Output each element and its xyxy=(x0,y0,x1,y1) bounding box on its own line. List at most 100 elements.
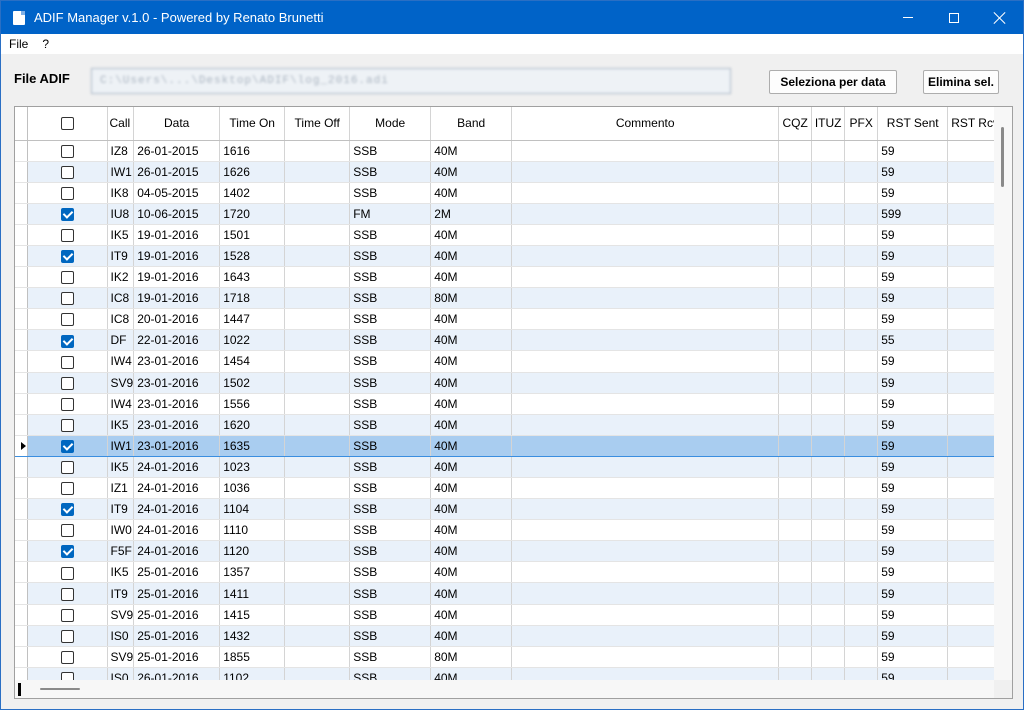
checkbox-icon[interactable] xyxy=(60,629,74,643)
cell-commento[interactable] xyxy=(511,287,780,310)
cell-data[interactable]: 04-05-2015 xyxy=(133,182,221,204)
cell-cqz[interactable] xyxy=(778,182,813,204)
table-row[interactable]: IK8 04-05-2015 1402 SSB 40M 59 xyxy=(15,182,1007,204)
cell-time-off[interactable] xyxy=(284,224,351,246)
cell-time-off[interactable] xyxy=(284,266,351,289)
cell-time-off[interactable] xyxy=(284,646,351,668)
checkbox-icon[interactable] xyxy=(60,545,74,559)
cell-data[interactable]: 22-01-2016 xyxy=(133,329,221,352)
cell-rst-sent[interactable]: 59 xyxy=(877,561,949,584)
cell-rst-sent[interactable]: 59 xyxy=(877,456,949,479)
cell-mode[interactable]: SSB xyxy=(349,477,432,500)
row-checkbox-cell[interactable] xyxy=(27,477,108,500)
cell-time-off[interactable] xyxy=(284,140,351,162)
cell-commento[interactable] xyxy=(511,540,780,563)
cell-cqz[interactable] xyxy=(778,540,813,563)
cell-time-off[interactable] xyxy=(284,582,351,605)
cell-cqz[interactable] xyxy=(778,393,813,415)
cell-time-off[interactable] xyxy=(284,414,351,436)
cell-call[interactable]: DF xyxy=(107,329,135,352)
cell-pfx[interactable] xyxy=(844,350,879,373)
row-header[interactable] xyxy=(15,561,28,584)
cell-time-off[interactable] xyxy=(284,434,351,457)
row-checkbox-cell[interactable] xyxy=(27,182,108,204)
cell-time-on[interactable]: 1616 xyxy=(219,140,286,162)
cell-mode[interactable]: SSB xyxy=(349,456,432,479)
row-header[interactable] xyxy=(15,625,28,647)
checkbox-icon[interactable] xyxy=(60,250,74,264)
cell-mode[interactable]: SSB xyxy=(349,434,432,457)
cell-cqz[interactable] xyxy=(778,561,813,584)
cell-cqz[interactable] xyxy=(778,372,813,394)
table-row[interactable]: IW4 23-01-2016 1556 SSB 40M 59 xyxy=(15,393,1007,415)
cell-ituz[interactable] xyxy=(811,203,846,225)
cell-time-on[interactable]: 1718 xyxy=(219,287,286,310)
cell-data[interactable]: 23-01-2016 xyxy=(133,434,221,457)
cell-ituz[interactable] xyxy=(811,350,846,373)
cell-ituz[interactable] xyxy=(811,434,846,457)
cell-mode[interactable]: SSB xyxy=(349,393,432,415)
cell-data[interactable]: 24-01-2016 xyxy=(133,477,221,500)
cell-band[interactable]: 40M xyxy=(430,308,513,331)
cell-pfx[interactable] xyxy=(844,140,879,162)
cell-time-off[interactable] xyxy=(284,456,351,479)
row-header[interactable] xyxy=(15,308,28,331)
cell-rst-sent[interactable]: 59 xyxy=(877,308,949,331)
cell-time-on[interactable]: 1502 xyxy=(219,372,286,394)
cell-data[interactable]: 26-01-2015 xyxy=(133,161,221,183)
cell-commento[interactable] xyxy=(511,477,780,500)
row-header[interactable] xyxy=(15,582,28,605)
minimize-button[interactable] xyxy=(885,1,931,34)
cell-commento[interactable] xyxy=(511,625,780,647)
cell-data[interactable]: 25-01-2016 xyxy=(133,625,221,647)
checkbox-icon[interactable] xyxy=(60,355,74,369)
cell-ituz[interactable] xyxy=(811,540,846,563)
checkbox-icon[interactable] xyxy=(60,587,74,601)
row-header[interactable] xyxy=(15,224,28,246)
table-row[interactable]: IK5 23-01-2016 1620 SSB 40M 59 xyxy=(15,414,1007,436)
row-header[interactable] xyxy=(15,646,28,668)
cell-ituz[interactable] xyxy=(811,182,846,204)
checkbox-icon[interactable] xyxy=(60,440,74,454)
cell-commento[interactable] xyxy=(511,245,780,268)
row-header[interactable] xyxy=(15,393,28,415)
cell-mode[interactable]: SSB xyxy=(349,224,432,246)
cell-band[interactable]: 40M xyxy=(430,161,513,183)
cell-call[interactable]: IW4 xyxy=(107,393,135,415)
row-header[interactable] xyxy=(15,140,28,162)
checkbox-icon[interactable] xyxy=(60,165,74,179)
table-row[interactable]: IT9 19-01-2016 1528 SSB 40M 59 xyxy=(15,245,1007,268)
cell-cqz[interactable] xyxy=(778,498,813,521)
table-row[interactable]: SV9 23-01-2016 1502 SSB 40M 59 xyxy=(15,372,1007,394)
cell-cqz[interactable] xyxy=(778,140,813,162)
cell-call[interactable]: SV9 xyxy=(107,372,135,394)
cell-commento[interactable] xyxy=(511,161,780,183)
cell-call[interactable]: IK5 xyxy=(107,561,135,584)
delete-selected-button[interactable]: Elimina sel. xyxy=(923,70,999,94)
cell-time-off[interactable] xyxy=(284,287,351,310)
table-row[interactable]: IW0 24-01-2016 1110 SSB 40M 59 xyxy=(15,519,1007,542)
row-header[interactable] xyxy=(15,182,28,204)
cell-band[interactable]: 2M xyxy=(430,203,513,225)
cell-commento[interactable] xyxy=(511,350,780,373)
cell-cqz[interactable] xyxy=(778,161,813,183)
cell-data[interactable]: 26-01-2015 xyxy=(133,140,221,162)
cell-time-off[interactable] xyxy=(284,245,351,268)
cell-cqz[interactable] xyxy=(778,329,813,352)
cell-time-on[interactable]: 1036 xyxy=(219,477,286,500)
cell-pfx[interactable] xyxy=(844,182,879,204)
cell-ituz[interactable] xyxy=(811,582,846,605)
cell-mode[interactable]: FM xyxy=(349,203,432,225)
cell-pfx[interactable] xyxy=(844,604,879,626)
cell-rst-sent[interactable]: 59 xyxy=(877,625,949,647)
cell-data[interactable]: 19-01-2016 xyxy=(133,266,221,289)
cell-time-on[interactable]: 1454 xyxy=(219,350,286,373)
cell-ituz[interactable] xyxy=(811,266,846,289)
cell-rst-sent[interactable]: 59 xyxy=(877,224,949,246)
row-header[interactable] xyxy=(15,203,28,225)
cell-commento[interactable] xyxy=(511,182,780,204)
cell-cqz[interactable] xyxy=(778,350,813,373)
cell-mode[interactable]: SSB xyxy=(349,519,432,542)
horizontal-scroll-thumb[interactable] xyxy=(40,688,80,690)
row-header[interactable] xyxy=(15,287,28,310)
